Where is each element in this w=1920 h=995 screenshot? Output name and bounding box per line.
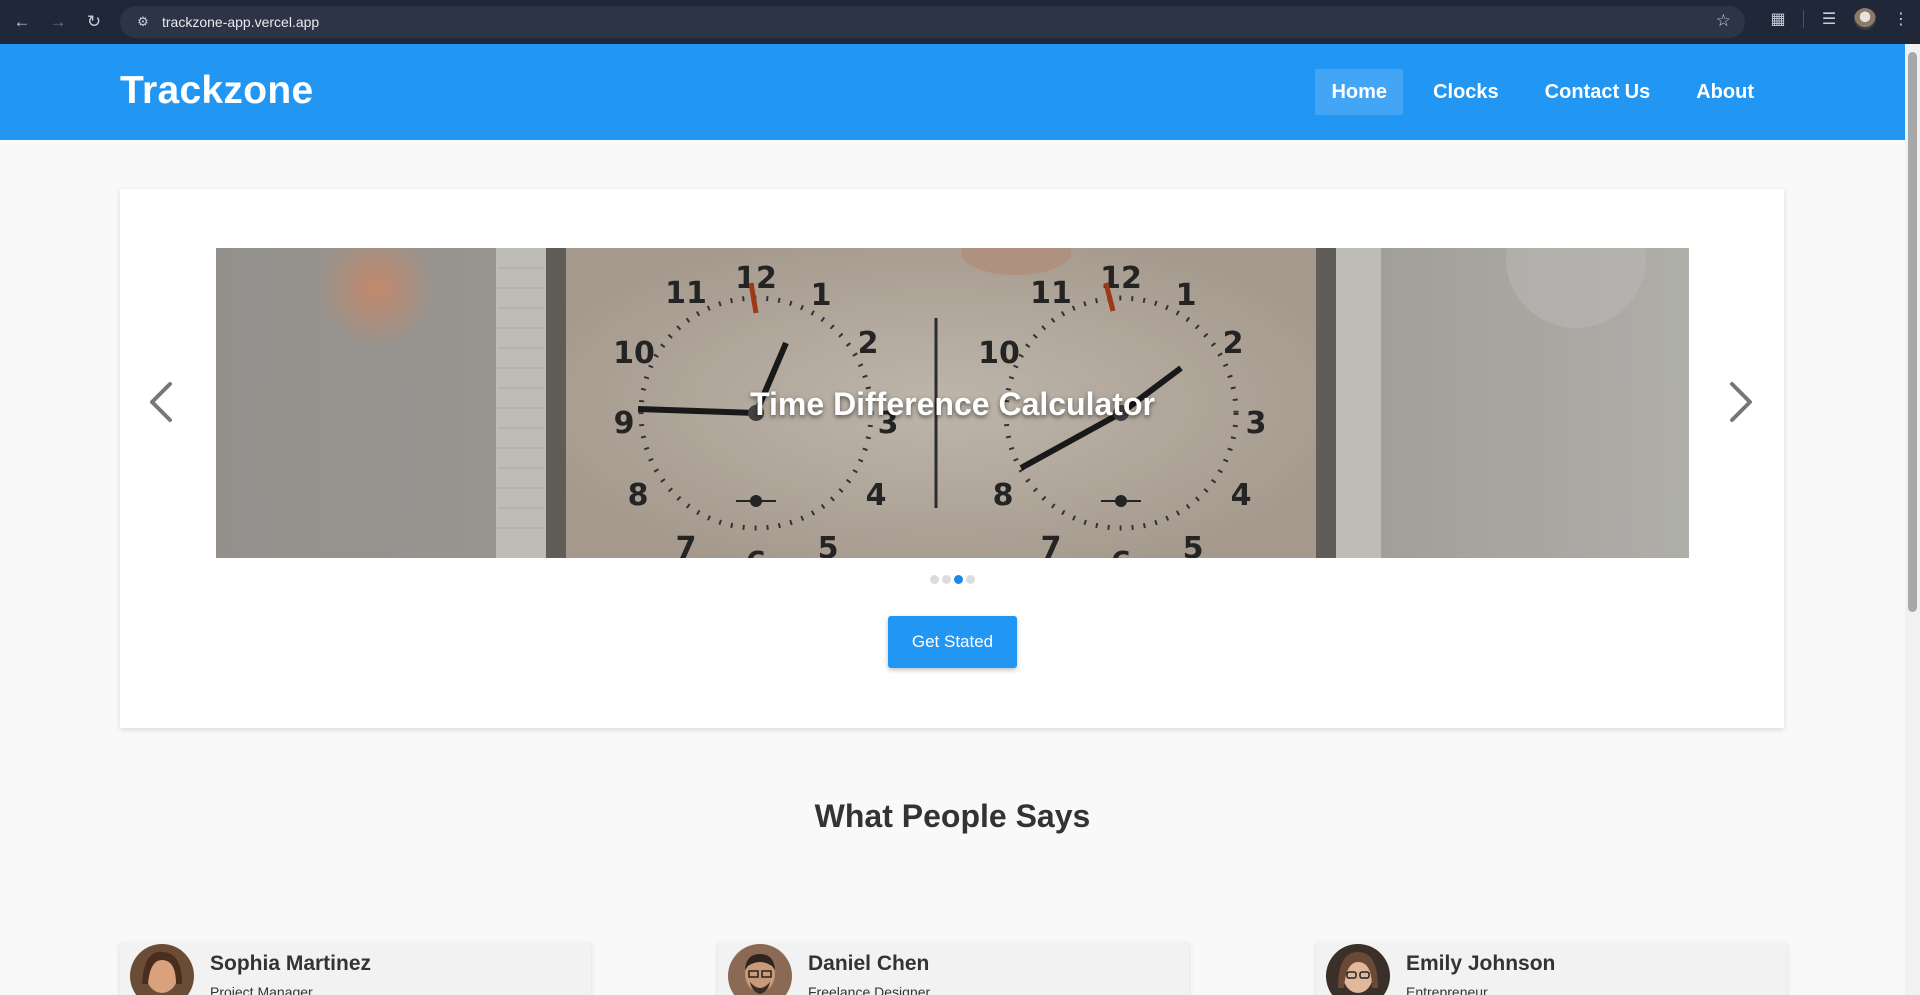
- url-text[interactable]: trackzone-app.vercel.app: [162, 14, 319, 30]
- toolbar-divider: [1803, 10, 1804, 28]
- testimonials-title: What People Says: [814, 798, 1091, 834]
- get-started-button[interactable]: Get Stated: [888, 616, 1017, 668]
- testimonial-role: Project Manager: [210, 984, 313, 995]
- profile-avatar-icon[interactable]: [1854, 8, 1876, 30]
- avatar: [1326, 944, 1390, 995]
- testimonial-card: Emily Johnson Entrepreneur: [1316, 942, 1787, 995]
- carousel-dot[interactable]: [965, 575, 975, 584]
- carousel-next-arrow-icon[interactable]: [1722, 372, 1762, 432]
- scrollbar-thumb[interactable]: [1908, 52, 1917, 612]
- kebab-menu-icon[interactable]: ⋮: [1890, 9, 1912, 29]
- browser-toolbar: ← → ↻ ⚙ trackzone-app.vercel.app ☆ ▦ ☰ ⋮: [0, 0, 1920, 44]
- nav-contact-us[interactable]: Contact Us: [1529, 69, 1667, 115]
- bookmark-star-icon[interactable]: ☆: [1716, 11, 1731, 31]
- avatar: [130, 944, 194, 995]
- testimonial-card: Daniel Chen Freelance Designer: [718, 942, 1189, 995]
- forward-arrow-icon[interactable]: →: [44, 8, 72, 36]
- carousel-dot[interactable]: [941, 575, 951, 584]
- page-scrollbar[interactable]: [1905, 44, 1920, 995]
- avatar: [728, 944, 792, 995]
- carousel-dot[interactable]: [929, 575, 939, 584]
- brand-logo[interactable]: Trackzone: [120, 69, 313, 113]
- back-arrow-icon[interactable]: ←: [8, 8, 36, 36]
- testimonial-name: Emily Johnson: [1406, 952, 1556, 975]
- nav-home[interactable]: Home: [1315, 69, 1404, 115]
- hero-carousel-card: 12129 101184 7563 121210 11847 563: [120, 189, 1784, 728]
- testimonial-name: Daniel Chen: [808, 952, 930, 975]
- carousel-dots: [120, 575, 1784, 584]
- carousel-slide-image[interactable]: 12129 101184 7563 121210 11847 563: [216, 248, 1689, 558]
- reload-icon[interactable]: ↻: [80, 8, 108, 36]
- carousel-dot-active[interactable]: [953, 575, 963, 584]
- main-nav: Home Clocks Contact Us About: [1315, 69, 1770, 115]
- slide-title: Time Difference Calculator: [750, 386, 1155, 422]
- site-settings-icon[interactable]: ⚙: [132, 11, 154, 33]
- testimonial-role: Entrepreneur: [1406, 984, 1488, 995]
- nav-clocks[interactable]: Clocks: [1417, 69, 1515, 115]
- testimonial-name: Sophia Martinez: [210, 952, 372, 975]
- carousel-prev-arrow-icon[interactable]: [140, 372, 180, 432]
- nav-about[interactable]: About: [1680, 69, 1770, 115]
- media-controls-icon[interactable]: ☰: [1818, 9, 1840, 29]
- testimonial-card: Sophia Martinez Project Manager: [120, 942, 591, 995]
- extensions-icon[interactable]: ▦: [1767, 9, 1789, 29]
- address-bar[interactable]: ⚙ trackzone-app.vercel.app ☆: [120, 6, 1745, 38]
- site-header: Trackzone Home Clocks Contact Us About: [0, 44, 1905, 140]
- testimonial-role: Freelance Designer: [808, 984, 931, 995]
